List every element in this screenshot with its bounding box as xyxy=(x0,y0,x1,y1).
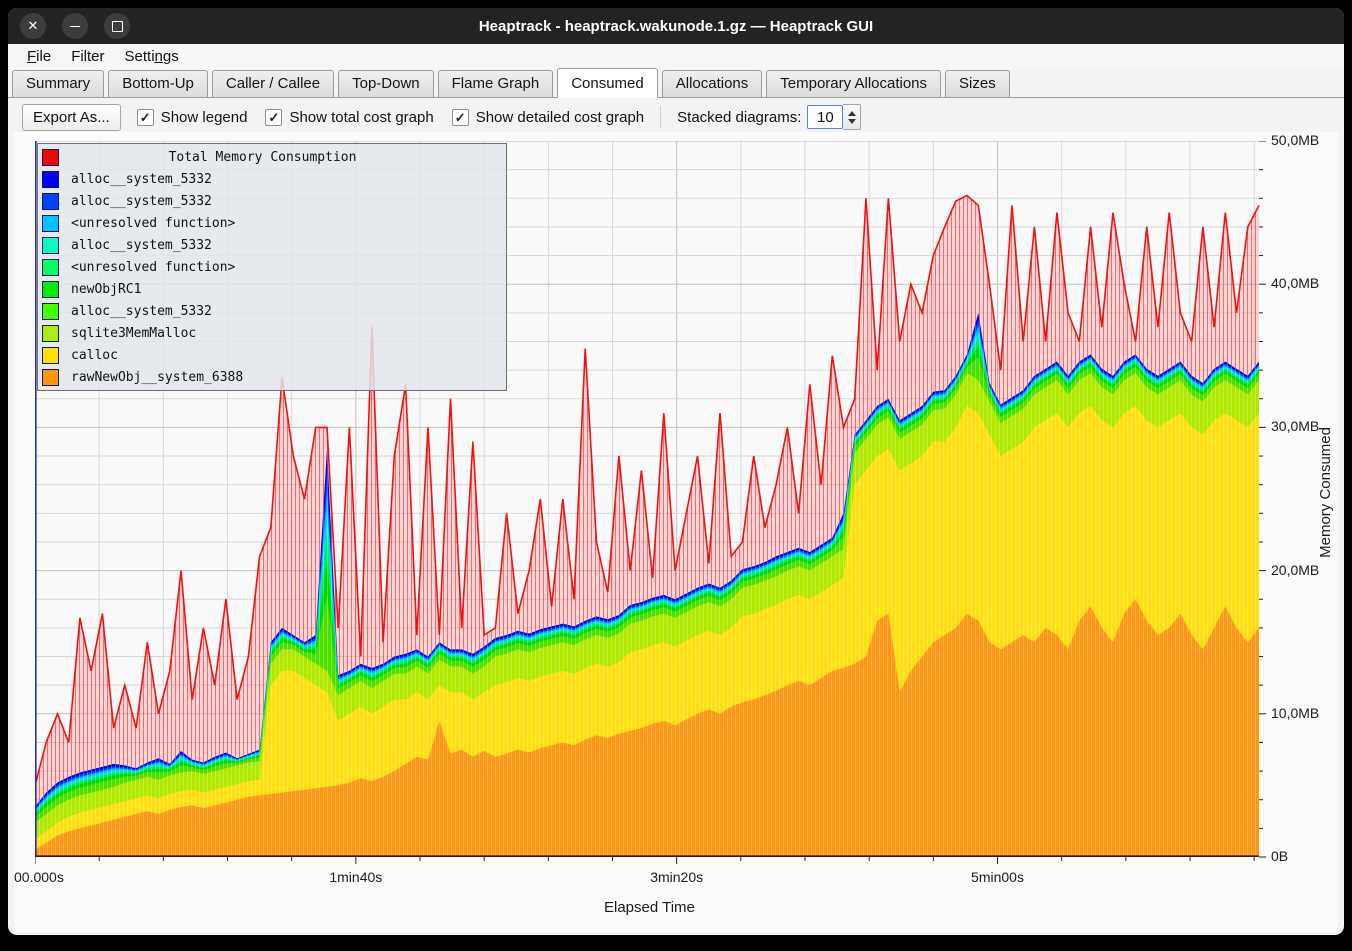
legend-item: <unresolved function> xyxy=(38,212,506,234)
checkbox-show-legend[interactable]: ✓ Show legend xyxy=(137,109,248,126)
legend-label: <unresolved function> xyxy=(71,216,235,231)
checkbox-show-detailed-cost-graph[interactable]: ✓ Show detailed cost graph xyxy=(452,109,644,126)
y-tick-label: 20,0MB xyxy=(1271,562,1319,578)
legend-swatch xyxy=(42,369,59,386)
tab-temporary-allocations[interactable]: Temporary Allocations xyxy=(766,70,941,97)
legend-item: alloc__system_5332 xyxy=(38,168,506,190)
checkbox-show-total-cost-graph[interactable]: ✓ Show total cost graph xyxy=(265,109,433,126)
x-axis-title: Elapsed Time xyxy=(604,899,695,916)
legend-item: alloc__system_5332 xyxy=(38,300,506,322)
memory-consumption-chart[interactable]: 0B 10,0MB 20,0MB 30,0MB 40,0MB 50,0MB 00.000s 1… xyxy=(14,132,1338,932)
chart-legend: Total Memory Consumption alloc__system_53… xyxy=(37,143,507,391)
window-title: Heaptrack - heaptrack.wakunode.1.gz — He… xyxy=(479,18,873,35)
tab-summary[interactable]: Summary xyxy=(12,70,104,97)
legend-swatch xyxy=(42,347,59,364)
checkbox-label: Show total cost graph xyxy=(289,109,433,126)
legend-label: rawNewObj__system_6388 xyxy=(71,370,243,385)
title-bar[interactable]: ✕ Heaptrack - heaptrack.wakunode.1.gz — … xyxy=(8,8,1344,44)
toolbar: Export As... ✓ Show legend ✓ Show total cos… xyxy=(8,98,1344,134)
checkbox-label: Show legend xyxy=(161,109,248,126)
legend-swatch xyxy=(42,149,59,166)
checkbox-label: Show detailed cost graph xyxy=(476,109,644,126)
checkmark-icon: ✓ xyxy=(452,109,469,126)
legend-label: alloc__system_5332 xyxy=(71,172,212,187)
spinner-down-icon[interactable] xyxy=(848,119,856,124)
tab-consumed[interactable]: Consumed xyxy=(557,68,658,98)
close-icon: ✕ xyxy=(28,18,39,34)
close-button[interactable]: ✕ xyxy=(20,13,46,39)
tab-bottom-up[interactable]: Bottom-Up xyxy=(108,70,208,97)
tab-bar: SummaryBottom-UpCaller / CalleeTop-DownF… xyxy=(8,69,1344,98)
legend-title-row: Total Memory Consumption xyxy=(38,146,506,168)
legend-swatch xyxy=(42,171,59,188)
y-tick-label: 40,0MB xyxy=(1271,275,1319,291)
y-tick-label: 10,0MB xyxy=(1271,705,1319,721)
legend-swatch xyxy=(42,281,59,298)
legend-swatch xyxy=(42,259,59,276)
y-axis-title: Memory Consumed xyxy=(1317,427,1334,558)
maximize-icon xyxy=(112,21,123,32)
legend-swatch xyxy=(42,303,59,320)
legend-label: alloc__system_5332 xyxy=(71,238,212,253)
legend-label: sqlite3MemMalloc xyxy=(71,326,196,341)
x-tick-label: 00.000s xyxy=(14,869,64,885)
y-tick-label: 30,0MB xyxy=(1271,418,1319,434)
menu-item-file[interactable]: File xyxy=(18,46,60,67)
export-as-button[interactable]: Export As... xyxy=(22,104,121,131)
y-tick-label: 50,0MB xyxy=(1271,132,1319,148)
legend-label: newObjRC1 xyxy=(71,282,141,297)
legend-item: alloc__system_5332 xyxy=(38,234,506,256)
app-window: ✕ Heaptrack - heaptrack.wakunode.1.gz — … xyxy=(8,8,1344,935)
legend-swatch xyxy=(42,325,59,342)
menu-item-settings[interactable]: Settings xyxy=(116,46,188,67)
legend-swatch xyxy=(42,193,59,210)
stacked-diagrams-spinner[interactable]: 10 xyxy=(807,104,861,130)
legend-swatch xyxy=(42,215,59,232)
legend-label: alloc__system_5332 xyxy=(71,194,212,209)
legend-label: <unresolved function> xyxy=(71,260,235,275)
minimize-button[interactable] xyxy=(62,13,88,39)
legend-item: rawNewObj__system_6388 xyxy=(38,366,506,388)
legend-item: newObjRC1 xyxy=(38,278,506,300)
legend-item: alloc__system_5332 xyxy=(38,190,506,212)
menu-bar: FileFilterSettings xyxy=(8,44,1344,69)
checkmark-icon: ✓ xyxy=(137,109,154,126)
tab-flame-graph[interactable]: Flame Graph xyxy=(438,70,554,97)
legend-item: sqlite3MemMalloc xyxy=(38,322,506,344)
tab-caller-callee[interactable]: Caller / Callee xyxy=(212,70,334,97)
legend-item: <unresolved function> xyxy=(38,256,506,278)
y-tick-label: 0B xyxy=(1271,848,1288,864)
maximize-button[interactable] xyxy=(104,13,130,39)
stacked-diagrams-value[interactable]: 10 xyxy=(807,105,843,129)
menu-item-filter[interactable]: Filter xyxy=(62,46,113,67)
legend-item: calloc xyxy=(38,344,506,366)
legend-label: alloc__system_5332 xyxy=(71,304,212,319)
tab-allocations[interactable]: Allocations xyxy=(662,70,763,97)
minimize-icon xyxy=(70,26,80,27)
legend-label: Total Memory Consumption xyxy=(59,150,506,165)
x-tick-label: 1min40s xyxy=(316,869,396,885)
legend-swatch xyxy=(42,237,59,254)
x-tick-label: 5min00s xyxy=(958,869,1038,885)
checkmark-icon: ✓ xyxy=(265,109,282,126)
legend-label: calloc xyxy=(71,348,118,363)
tab-sizes[interactable]: Sizes xyxy=(945,70,1010,97)
stacked-diagrams-label: Stacked diagrams: xyxy=(677,109,801,126)
toolbar-separator xyxy=(660,106,661,128)
spinner-up-icon[interactable] xyxy=(848,111,856,116)
tab-top-down[interactable]: Top-Down xyxy=(338,70,434,97)
x-tick-label: 3min20s xyxy=(637,869,717,885)
